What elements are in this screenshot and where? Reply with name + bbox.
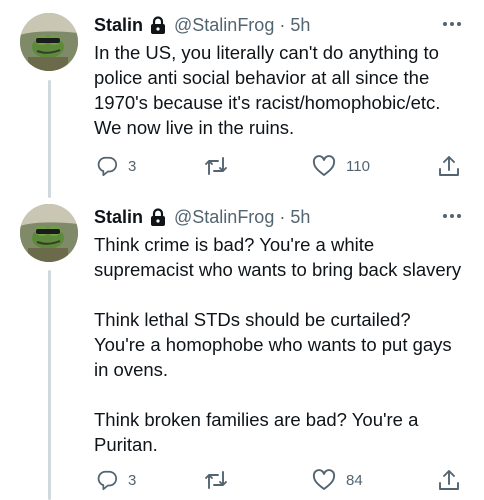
share-button[interactable]: [438, 468, 460, 492]
heart-icon: [312, 155, 336, 176]
tweet-paragraph: Think lethal STDs should be curtailed? Y…: [94, 309, 452, 380]
tweet-header: Stalin @StalinFrog · 5h: [94, 12, 310, 38]
more-icon[interactable]: [440, 14, 464, 34]
reply-button[interactable]: 3: [96, 154, 136, 178]
tweet-paragraph: Think broken families are bad? You're a …: [94, 409, 419, 455]
tweet-paragraph: In the US, you literally can't do anythi…: [94, 42, 441, 138]
frog-avatar-image: [20, 204, 78, 262]
reply-count: 3: [128, 471, 137, 489]
retweet-icon: [205, 471, 227, 489]
lock-icon: [148, 15, 168, 35]
like-count: 84: [346, 471, 363, 489]
retweet-icon: [205, 157, 227, 175]
timestamp[interactable]: 5h: [290, 15, 310, 36]
avatar[interactable]: [20, 13, 78, 71]
like-button[interactable]: 110: [312, 154, 370, 178]
share-button[interactable]: [438, 154, 460, 178]
tweet-text: In the US, you literally can't do anythi…: [94, 40, 466, 140]
tweet-actions: 3 84: [94, 468, 464, 492]
tweet[interactable]: Stalin @StalinFrog · 5h In the US, you l…: [0, 0, 484, 200]
tweet-actions: 3 110: [94, 154, 464, 178]
frog-avatar-image: [20, 13, 78, 71]
like-button[interactable]: 84: [312, 468, 363, 492]
like-count: 110: [346, 157, 370, 175]
tweet-paragraph: Think crime is bad? You're a white supre…: [94, 234, 462, 280]
display-name[interactable]: Stalin: [94, 15, 143, 36]
reply-button[interactable]: 3: [96, 468, 136, 492]
more-icon[interactable]: [440, 206, 464, 226]
reply-count: 3: [128, 157, 137, 175]
display-name[interactable]: Stalin: [94, 207, 143, 228]
tweet[interactable]: Stalin @StalinFrog · 5h Think crime is b…: [0, 200, 484, 500]
user-handle[interactable]: @StalinFrog: [174, 207, 274, 228]
avatar[interactable]: [20, 204, 78, 262]
heart-icon: [312, 469, 336, 490]
share-icon: [439, 470, 459, 490]
timestamp[interactable]: 5h: [290, 207, 310, 228]
share-icon: [439, 156, 459, 176]
tweet-header: Stalin @StalinFrog · 5h: [94, 204, 310, 230]
retweet-button[interactable]: [204, 154, 238, 178]
reply-icon: [97, 156, 118, 177]
retweet-button[interactable]: [204, 468, 238, 492]
lock-icon: [148, 207, 168, 227]
separator: ·: [279, 206, 286, 227]
tweet-text: Think crime is bad? You're a white supre…: [94, 232, 466, 457]
reply-icon: [97, 470, 118, 491]
user-handle[interactable]: @StalinFrog: [174, 15, 274, 36]
separator: ·: [279, 14, 286, 35]
